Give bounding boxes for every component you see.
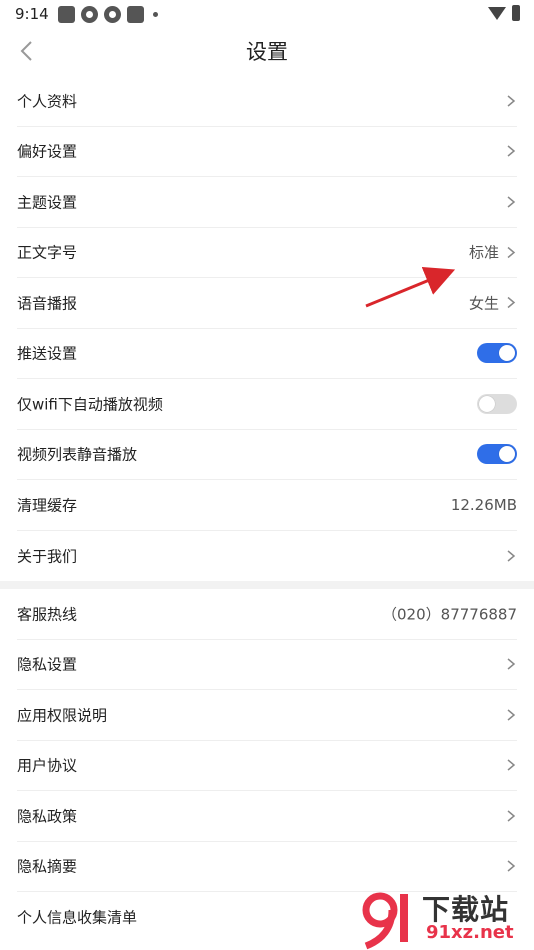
settings-row[interactable]: 推送设置	[17, 329, 517, 379]
settings-row-label: 应用权限说明	[17, 706, 108, 725]
settings-row-value: 标准	[468, 243, 499, 262]
settings-row-trailing	[505, 657, 517, 671]
settings-row[interactable]: 应用权限说明	[17, 690, 517, 741]
settings-row-trailing	[505, 195, 517, 209]
settings-row-label: 隐私摘要	[17, 857, 78, 876]
settings-row[interactable]: 语音播报 女生	[17, 278, 517, 329]
settings-row-trailing	[505, 549, 517, 563]
settings-row-trailing	[505, 859, 517, 873]
toggle-knob	[499, 446, 515, 463]
chevron-right-icon	[507, 658, 516, 670]
chevron-right-icon	[507, 709, 516, 721]
toggle-switch[interactable]	[477, 444, 517, 465]
settings-row[interactable]: 隐私设置	[17, 640, 517, 690]
settings-group-1: 个人资料偏好设置主题设置正文字号 标准语音播报 女生推送设置仅wifi下自动播放视频…	[0, 76, 534, 581]
battery-icon	[512, 5, 520, 21]
app-notification-icon	[81, 6, 98, 23]
settings-row-trailing	[505, 94, 517, 108]
settings-row[interactable]: 清理缓存 12.26MB	[17, 480, 517, 531]
settings-row[interactable]: 用户协议	[17, 741, 517, 791]
watermark-logo-icon	[362, 892, 408, 950]
chevron-right-icon	[507, 550, 516, 562]
settings-row[interactable]: 隐私政策	[17, 791, 517, 842]
chevron-right-icon	[507, 196, 516, 208]
chevron-right-icon	[507, 95, 516, 107]
settings-row-value: （020）87776887	[382, 605, 517, 624]
wifi-icon	[488, 6, 506, 20]
settings-row-label: 个人信息收集清单	[17, 908, 138, 927]
more-notifications-icon	[153, 12, 158, 17]
toggle-knob	[499, 345, 515, 362]
settings-row-trailing: 标准	[469, 242, 517, 263]
chevron-right-icon	[507, 759, 516, 771]
settings-row[interactable]: 视频列表静音播放	[17, 430, 517, 480]
settings-row[interactable]: 正文字号 标准	[17, 228, 517, 278]
settings-row[interactable]: 偏好设置	[17, 127, 517, 177]
chevron-right-icon	[507, 860, 516, 872]
chevron-right-icon	[507, 297, 516, 309]
settings-row-trailing	[477, 444, 517, 465]
settings-row[interactable]: 仅wifi下自动播放视频	[17, 379, 517, 430]
settings-row-trailing: 女生	[469, 292, 517, 313]
settings-row[interactable]: 关于我们	[17, 531, 517, 582]
notification-icons	[58, 6, 158, 23]
settings-row-label: 正文字号	[17, 243, 78, 262]
status-time: 9:14	[15, 5, 49, 23]
settings-row[interactable]: 个人资料	[17, 76, 517, 127]
watermark-site: 91xz.net	[426, 922, 514, 943]
settings-row-trailing	[477, 393, 517, 414]
settings-row-label: 隐私设置	[17, 655, 78, 674]
toggle-switch[interactable]	[477, 393, 517, 414]
chevron-right-icon	[507, 810, 516, 822]
settings-row-label: 主题设置	[17, 193, 78, 212]
settings-row-value: 女生	[468, 294, 499, 313]
settings-row-label: 仅wifi下自动播放视频	[17, 395, 163, 414]
settings-row-label: 客服热线	[17, 605, 78, 624]
settings-row[interactable]: 隐私摘要	[17, 842, 517, 892]
toggle-knob	[479, 395, 495, 412]
app-notification-icon	[58, 6, 75, 23]
settings-row[interactable]: 主题设置	[17, 177, 517, 228]
settings-row-trailing: （020）87776887	[382, 603, 517, 624]
settings-row-label: 隐私政策	[17, 807, 78, 826]
status-right	[488, 5, 520, 21]
settings-row-label: 关于我们	[17, 547, 78, 566]
settings-row-value: 12.26MB	[450, 495, 517, 514]
settings-row-trailing	[505, 144, 517, 158]
watermark: 下载站 91xz.net	[360, 888, 534, 950]
settings-row-label: 清理缓存	[17, 496, 78, 515]
section-divider	[0, 581, 534, 589]
settings-row-label: 视频列表静音播放	[17, 445, 138, 464]
toggle-switch[interactable]	[477, 343, 517, 364]
settings-row-label: 用户协议	[17, 756, 78, 775]
settings-row-label: 推送设置	[17, 344, 78, 363]
status-bar: 9:14	[0, 0, 534, 28]
chevron-right-icon	[507, 246, 516, 258]
settings-row-trailing	[505, 809, 517, 823]
settings-row-trailing	[505, 708, 517, 722]
page-title: 设置	[246, 40, 288, 64]
settings-row-trailing	[505, 758, 517, 772]
settings-list: 个人资料偏好设置主题设置正文字号 标准语音播报 女生推送设置仅wifi下自动播放视频…	[0, 76, 534, 943]
settings-row-trailing	[477, 343, 517, 364]
nav-bar: 设置	[0, 28, 534, 76]
chevron-right-icon	[507, 145, 516, 157]
settings-row-label: 语音播报	[17, 294, 78, 313]
settings-row-label: 偏好设置	[17, 142, 78, 161]
settings-row[interactable]: 客服热线 （020）87776887	[17, 589, 517, 640]
app-notification-icon	[127, 6, 144, 23]
settings-row-label: 个人资料	[17, 92, 78, 111]
settings-row-trailing: 12.26MB	[451, 496, 517, 514]
app-notification-icon	[104, 6, 121, 23]
